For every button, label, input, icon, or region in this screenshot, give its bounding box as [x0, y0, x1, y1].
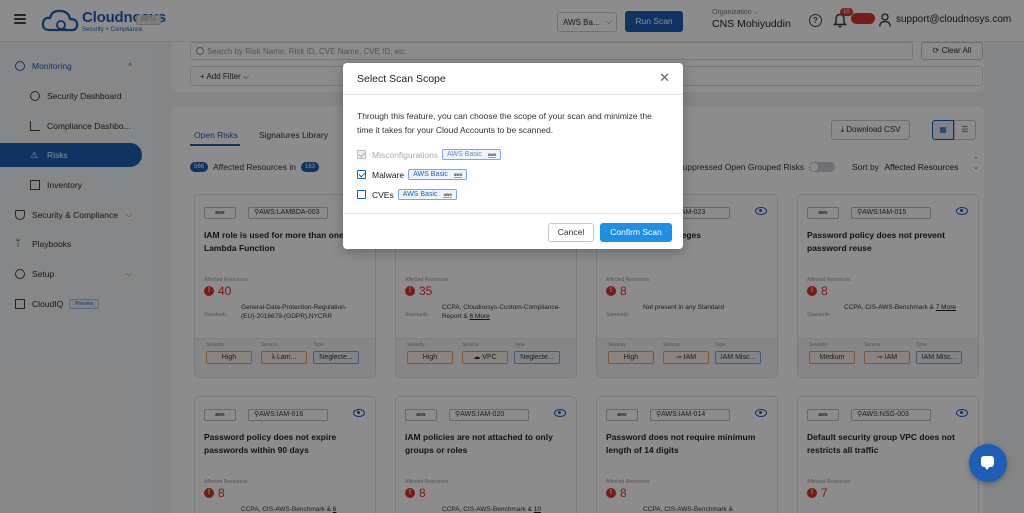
aws-basic-chip: AWS Basic aws: [397, 189, 457, 200]
chip-label: AWS Basic: [413, 171, 448, 178]
checkbox[interactable]: [357, 190, 366, 199]
aws-logo-icon: aws: [453, 171, 463, 178]
checkbox[interactable]: [357, 170, 366, 179]
aws-logo-icon: aws: [443, 191, 452, 198]
dialog-divider: [343, 213, 683, 214]
aws-basic-chip: AWS Basic aws: [442, 149, 502, 160]
option-label: Malware: [372, 169, 405, 180]
checkbox: [357, 150, 366, 159]
aws-basic-chip: AWS Basic aws: [408, 169, 468, 180]
close-icon[interactable]: ✕: [659, 71, 670, 84]
dialog-description: Through this feature, you can choose the…: [357, 111, 652, 135]
option-label: CVEs: [372, 189, 394, 200]
select-scan-scope-dialog: Select Scan Scope ✕ Through this feature…: [343, 63, 683, 249]
aws-logo-icon: aws: [487, 151, 497, 158]
confirm-scan-button[interactable]: Confirm Scan: [600, 223, 672, 242]
scope-option-cves[interactable]: CVEs AWS Basic aws: [357, 189, 457, 200]
scope-option-malware[interactable]: Malware AWS Basic aws: [357, 169, 468, 180]
dialog-title: Select Scan Scope: [357, 73, 446, 85]
scope-option-misconfigurations: Misconfigurations AWS Basic aws: [357, 149, 502, 160]
chip-label: AWS Basic: [447, 151, 482, 158]
cancel-button[interactable]: Cancel: [548, 223, 594, 242]
dialog-divider: [343, 94, 683, 95]
chip-label: AWS Basic: [402, 191, 438, 198]
chat-support-icon[interactable]: [969, 444, 1007, 482]
option-label: Misconfigurations: [372, 149, 439, 160]
